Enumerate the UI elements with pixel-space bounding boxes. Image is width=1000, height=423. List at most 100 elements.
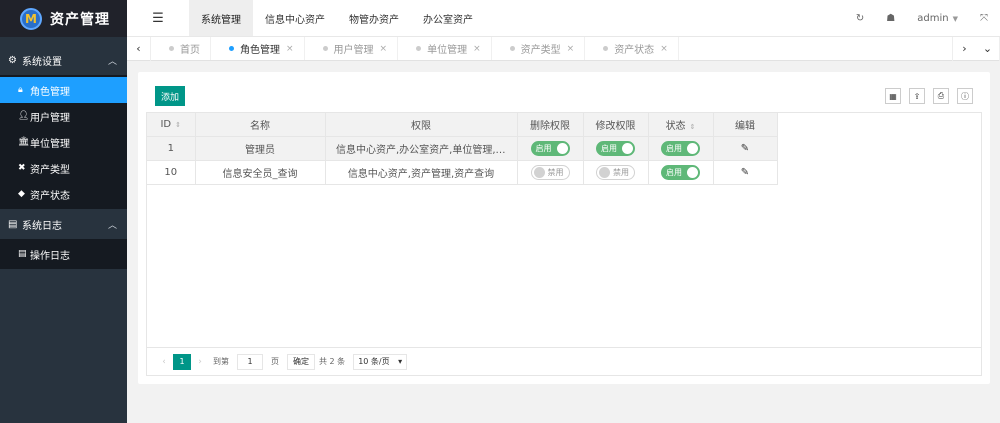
edit-pencil-icon[interactable]: ✎ xyxy=(741,167,749,178)
next-page-icon[interactable]: › xyxy=(191,357,209,367)
add-button[interactable]: 添加 xyxy=(155,86,186,106)
print-icon[interactable]: ⎙ xyxy=(933,88,949,104)
page-1-button[interactable]: 1 xyxy=(173,353,191,370)
goto-label: 到第 xyxy=(213,357,229,366)
cube-icon: ◆ xyxy=(18,189,25,199)
nav-group-system-log[interactable]: ▤ 系统日志 ︿ xyxy=(0,209,127,239)
column-header-name: 名称 xyxy=(195,113,326,137)
user-icon: 👤︎ xyxy=(18,111,30,121)
pagetab-asset-status[interactable]: 资产状态 × xyxy=(585,37,679,60)
pagination: ‹ 1 › 到第 1 页 确定 共 2 条 10 条/页 ▾ xyxy=(147,347,981,375)
tab-dot xyxy=(169,46,174,51)
tab-dot xyxy=(416,46,422,51)
tab-dot xyxy=(603,46,609,51)
tab-dot xyxy=(509,46,515,51)
page-tabs: ‹ 首页 角色管理 × 用户管理 × 单位管理 × 资产类型 × 资产状态 × … xyxy=(127,36,1000,61)
status-toggle[interactable]: 启用 xyxy=(661,164,700,180)
tab-dot xyxy=(229,46,234,51)
sidebar-item-operation-log[interactable]: ▤ 操作日志 xyxy=(0,241,127,267)
chevron-up-icon: ︿ xyxy=(107,57,117,67)
column-header-permission: 权限 xyxy=(325,113,518,137)
tab-office-assets[interactable]: 办公室资产 xyxy=(411,0,485,36)
cell-name: 信息安全员_查询 xyxy=(195,160,326,185)
table-row[interactable]: 10 信息安全员_查询 信息中心资产,资产管理,资产查询 禁用 禁用 启用 ✎ xyxy=(147,160,778,185)
file-icon: ▤ xyxy=(8,218,18,230)
edit-pencil-icon[interactable]: ✎ xyxy=(741,143,749,154)
pagetab-label: 资产状态 xyxy=(614,45,655,56)
pagetab-home[interactable]: 首页 xyxy=(151,37,211,60)
table-header-row: ID ⇕ 名称 权限 删除权限 修改权限 状态 ⇕ 编辑 xyxy=(147,113,778,137)
logo-icon: M xyxy=(20,7,42,30)
prev-page-icon[interactable]: ‹ xyxy=(155,357,173,367)
close-icon[interactable]: × xyxy=(567,44,575,54)
sidebar-item-user-management[interactable]: 👤︎ 用户管理 xyxy=(0,103,127,129)
column-header-id[interactable]: ID ⇕ xyxy=(147,113,196,137)
refresh-icon[interactable]: ↻ xyxy=(856,13,864,24)
logo[interactable]: M 资产管理 xyxy=(0,0,127,37)
sidebar-item-label: 资产状态 xyxy=(30,190,70,202)
tab-dot xyxy=(322,46,328,51)
sidebar-item-label: 用户管理 xyxy=(30,112,70,124)
modify-permission-toggle[interactable]: 启用 xyxy=(596,140,635,156)
tabs-next-icon[interactable]: › xyxy=(952,36,976,61)
bank-icon: 🏛︎ xyxy=(18,137,30,147)
sidebar: M 资产管理 ⚙ 系统设置 ︿ 🔒︎ 角色管理 👤︎ 用户管理 🏛︎ 单位管理 … xyxy=(0,0,127,423)
sort-icon[interactable]: ⇕ xyxy=(175,121,181,129)
tab-system-management[interactable]: 系统管理 xyxy=(189,0,253,36)
close-icon[interactable]: × xyxy=(473,44,481,54)
page-size-select[interactable]: 10 条/页 ▾ xyxy=(353,353,408,370)
wrench-icon: ✖ xyxy=(18,163,26,173)
chevron-up-icon: ︿ xyxy=(107,221,117,231)
delete-permission-toggle[interactable]: 禁用 xyxy=(530,164,570,180)
gears-icon: ⚙ xyxy=(8,54,17,66)
goto-confirm-button[interactable]: 确定 xyxy=(287,353,315,370)
nav-submenu-system-settings: 🔒︎ 角色管理 👤︎ 用户管理 🏛︎ 单位管理 ✖ 资产类型 ◆ 资产状态 xyxy=(0,75,127,209)
tabs-menu-chevron-down-icon[interactable]: ⌄ xyxy=(976,36,1000,61)
close-icon[interactable]: × xyxy=(380,44,388,54)
pagetab-label: 单位管理 xyxy=(427,45,468,56)
table-row[interactable]: 1 管理员 信息中心资产,办公室资产,单位管理,参数... 启用 启用 启用 ✎ xyxy=(147,136,778,161)
column-header-modify-permission: 修改权限 xyxy=(583,113,649,137)
table-toolbar: 添加 ▦ ⇪ ⎙ ⓘ xyxy=(155,86,973,106)
info-icon[interactable]: ⓘ xyxy=(957,88,973,104)
export-icon[interactable]: ⇪ xyxy=(909,88,925,104)
top-header: ☰ 系统管理 信息中心资产 物管办资产 办公室资产 ↻ ☗ admin ▼ ⤧ xyxy=(127,0,1000,37)
column-header-status[interactable]: 状态 ⇕ xyxy=(648,113,714,137)
status-toggle[interactable]: 启用 xyxy=(661,140,700,156)
sort-icon[interactable]: ⇕ xyxy=(690,123,696,131)
columns-filter-icon[interactable]: ▦ xyxy=(885,88,901,104)
pagetab-asset-type[interactable]: 资产类型 × xyxy=(492,37,586,60)
sidebar-item-role-management[interactable]: 🔒︎ 角色管理 xyxy=(0,77,127,103)
pagetab-label: 资产类型 xyxy=(520,45,561,56)
nav-group-label: 系统日志 xyxy=(22,220,62,232)
tabs-prev-icon[interactable]: ‹ xyxy=(127,36,151,61)
content-card: 添加 ▦ ⇪ ⎙ ⓘ ID⇕ 名称 权限 删除权限 修改权限 状态⇕ 编辑 xyxy=(138,72,990,384)
theme-icon[interactable]: ☗ xyxy=(886,13,895,24)
pagetab-role-management[interactable]: 角色管理 × xyxy=(211,37,305,60)
close-icon[interactable]: × xyxy=(660,44,668,54)
user-menu[interactable]: admin ▼ xyxy=(917,13,958,24)
pagetab-unit-management[interactable]: 单位管理 × xyxy=(398,37,492,60)
delete-permission-toggle[interactable]: 启用 xyxy=(530,140,570,156)
menu-toggle-icon[interactable]: ☰ xyxy=(127,0,189,36)
modify-permission-toggle[interactable]: 禁用 xyxy=(596,164,635,180)
cell-permission: 信息中心资产,资产管理,资产查询 xyxy=(325,160,518,185)
tab-info-center-assets[interactable]: 信息中心资产 xyxy=(253,0,337,36)
fullscreen-icon[interactable]: ⤧ xyxy=(980,13,988,24)
sidebar-item-asset-type[interactable]: ✖ 资产类型 xyxy=(0,155,127,181)
nav-group-system-settings[interactable]: ⚙ 系统设置 ︿ xyxy=(0,45,127,75)
cell-id: 1 xyxy=(147,136,196,161)
cell-name: 管理员 xyxy=(195,136,326,161)
sidebar-item-asset-status[interactable]: ◆ 资产状态 xyxy=(0,181,127,207)
close-icon[interactable]: × xyxy=(286,44,294,54)
page-label: 页 xyxy=(271,357,279,366)
sidebar-item-unit-management[interactable]: 🏛︎ 单位管理 xyxy=(0,129,127,155)
nav-submenu-system-log: ▤ 操作日志 xyxy=(0,239,127,269)
pagetab-label: 角色管理 xyxy=(240,45,280,56)
goto-page-input[interactable]: 1 xyxy=(237,353,263,370)
caret-down-icon: ▾ xyxy=(398,357,403,366)
sidebar-item-label: 操作日志 xyxy=(30,250,70,262)
pagetab-user-management[interactable]: 用户管理 × xyxy=(305,37,399,60)
tab-property-office-assets[interactable]: 物管办资产 xyxy=(337,0,411,36)
total-count: 共 2 条 xyxy=(319,357,346,366)
